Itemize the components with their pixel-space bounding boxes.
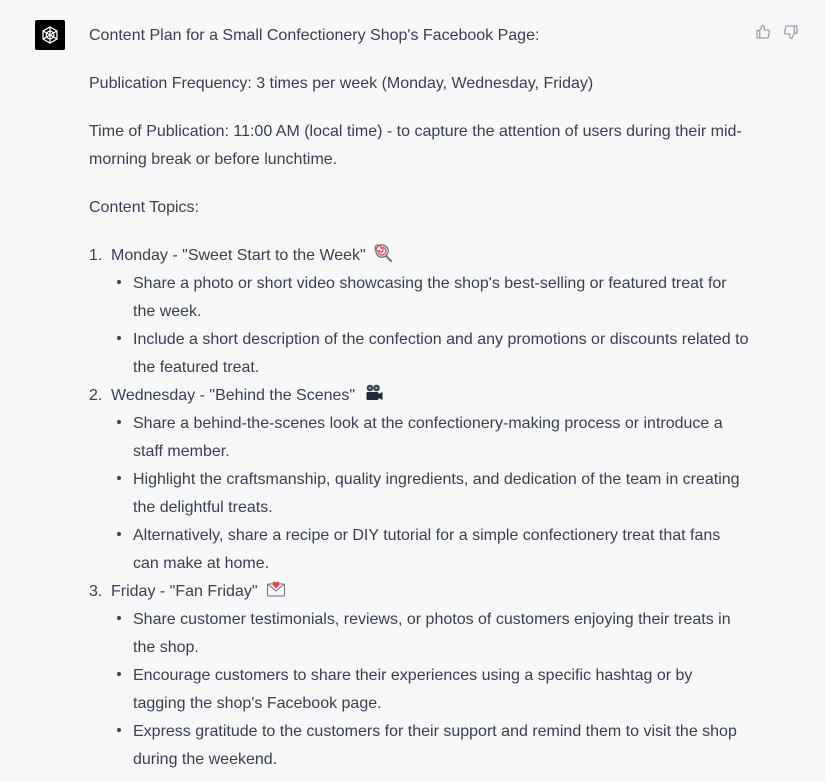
list-item: Include a short description of the confe… xyxy=(111,326,749,382)
topic-title: Monday - "Sweet Start to the Week" xyxy=(111,247,366,264)
thumbs-up-button[interactable] xyxy=(755,24,771,40)
message-content: Content Plan for a Small Confectionery S… xyxy=(89,22,749,774)
list-item: Encourage customers to share their exper… xyxy=(111,662,749,718)
topic-title: Wednesday - "Behind the Scenes" xyxy=(111,387,356,404)
thumbs-down-icon xyxy=(784,25,798,40)
topics-list: 1. Monday - "Sweet Start to the Week" Sh… xyxy=(89,242,749,774)
lollipop-icon xyxy=(374,244,393,262)
topic-item: 2. Wednesday - "Behind the Scenes" Share… xyxy=(89,382,749,578)
list-item: Alternatively, share a recipe or DIY tut… xyxy=(111,522,749,578)
topic-item: 3. Friday - "Fan Friday" Share customer … xyxy=(89,578,749,774)
frequency-text: Publication Frequency: 3 times per week … xyxy=(89,75,594,92)
list-item: Share a behind-the-scenes look at the co… xyxy=(111,410,749,466)
intro-text: Content Plan for a Small Confectionery S… xyxy=(89,27,540,44)
love-letter-icon xyxy=(266,581,285,597)
topic-item: 1. Monday - "Sweet Start to the Week" Sh… xyxy=(89,242,749,382)
topic-number: 1. xyxy=(89,247,103,264)
thumbs-down-button[interactable] xyxy=(783,24,799,40)
topic-title: Friday - "Fan Friday" xyxy=(111,583,258,600)
openai-logo-icon xyxy=(42,26,58,44)
list-item: Share a photo or short video showcasing … xyxy=(111,270,749,326)
film-camera-icon xyxy=(366,384,383,400)
feedback-buttons xyxy=(755,24,799,40)
list-item: Share customer testimonials, reviews, or… xyxy=(111,606,749,662)
thumbs-up-icon xyxy=(756,24,770,39)
list-item: Express gratitude to the customers for t… xyxy=(111,718,749,774)
chat-message: Content Plan for a Small Confectionery S… xyxy=(0,0,825,782)
list-item: Highlight the craftsmanship, quality ing… xyxy=(111,466,749,522)
topic-number: 3. xyxy=(89,583,103,600)
topic-bullets: Share a photo or short video showcasing … xyxy=(111,270,749,382)
time-text: Time of Publication: 11:00 AM (local tim… xyxy=(89,123,742,168)
topic-bullets: Share customer testimonials, reviews, or… xyxy=(111,606,749,774)
assistant-avatar xyxy=(35,20,65,50)
topic-number: 2. xyxy=(89,387,103,404)
topic-bullets: Share a behind-the-scenes look at the co… xyxy=(111,410,749,578)
topics-heading: Content Topics: xyxy=(89,199,199,216)
